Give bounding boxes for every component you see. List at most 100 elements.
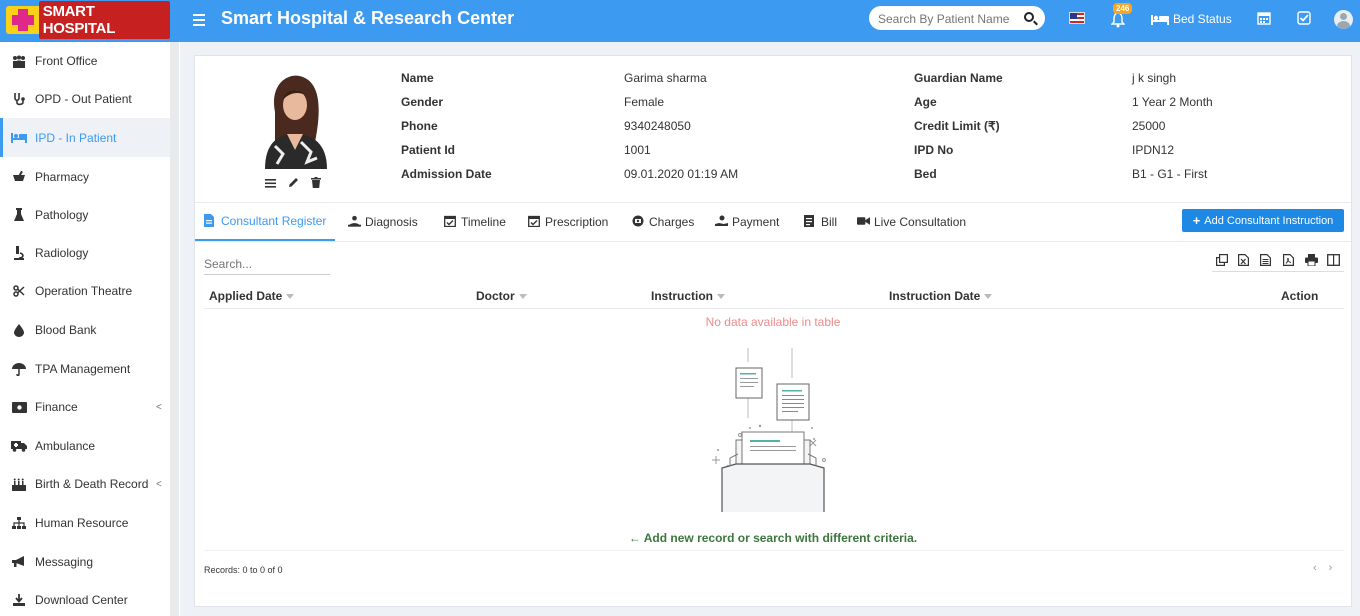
- sidebar-item-operation-theatre[interactable]: Operation Theatre: [0, 272, 170, 310]
- sidebar-item-radiology[interactable]: Radiology: [0, 234, 170, 272]
- scissors-icon: [11, 285, 27, 297]
- calendar-check-icon: [528, 215, 541, 228]
- logo[interactable]: SMART HOSPITAL: [6, 1, 170, 39]
- value-guardian-name: j k singh: [1132, 71, 1177, 85]
- sidebar-scrollbar[interactable]: [170, 42, 179, 616]
- sidebar-item-ambulance[interactable]: Ambulance: [0, 427, 170, 465]
- sidebar-item-front-office[interactable]: Front Office: [0, 42, 170, 80]
- bed-icon: [1151, 15, 1169, 25]
- sidebar-item-tpa-management[interactable]: TPA Management: [0, 350, 170, 388]
- value-credit-limit: 25000: [1132, 119, 1166, 133]
- flask-icon: [11, 208, 27, 222]
- pager-next-button[interactable]: ›: [1329, 562, 1333, 574]
- label-gender: Gender: [401, 95, 444, 109]
- table-footer-divider: [204, 550, 1344, 551]
- add-consultant-instruction-button[interactable]: + Add Consultant Instruction: [1182, 209, 1344, 232]
- empty-table-message: No data available in table: [705, 315, 841, 329]
- records-info: Records: 0 to 0 of 0: [204, 565, 283, 575]
- sidebar-item-birth-death[interactable]: Birth & Death Record <: [0, 465, 170, 503]
- empty-state-illustration: [700, 342, 850, 515]
- print-icon[interactable]: [1304, 253, 1318, 267]
- download-icon: [11, 594, 27, 606]
- file-icon: [204, 214, 217, 227]
- patient-photo: [261, 72, 329, 169]
- value-patient-id: 1001: [624, 143, 651, 157]
- tabs-divider-bottom: [195, 241, 1351, 242]
- tab-payment[interactable]: Payment: [715, 202, 779, 241]
- calendar-check-icon: [444, 215, 457, 228]
- label-age: Age: [914, 95, 937, 109]
- us-flag-icon[interactable]: [1069, 12, 1085, 24]
- tab-live-consultation[interactable]: Live Consultation: [857, 202, 966, 241]
- bed-status-label: Bed Status: [1173, 12, 1232, 26]
- sort-icon: [518, 293, 527, 299]
- photo-actions: [265, 177, 323, 189]
- menu-toggle-icon[interactable]: [193, 11, 205, 31]
- birthday-icon: [11, 478, 27, 491]
- sidebar-item-opd[interactable]: OPD - Out Patient: [0, 80, 170, 118]
- patient-search-box[interactable]: [869, 6, 1045, 30]
- csv-icon[interactable]: [1260, 253, 1273, 267]
- copy-icon[interactable]: [1216, 253, 1229, 267]
- tab-prescription[interactable]: Prescription: [528, 202, 608, 241]
- value-phone: 9340248050: [624, 119, 691, 133]
- sidebar: Front Office OPD - Out Patient IPD - In …: [0, 42, 180, 616]
- chevron-left-icon: <: [156, 401, 162, 413]
- value-bed: B1 - G1 - First: [1132, 167, 1208, 181]
- money-icon: [11, 401, 27, 413]
- tab-bill[interactable]: Bill: [804, 202, 837, 241]
- col-doctor[interactable]: Doctor: [476, 289, 527, 303]
- hand-money-icon: [715, 215, 728, 228]
- arrow-left-icon: ←: [628, 531, 641, 545]
- hospital-cross-icon: [6, 6, 39, 34]
- table-search-input[interactable]: [204, 253, 330, 275]
- sidebar-item-human-resource[interactable]: Human Resource: [0, 504, 170, 542]
- export-toolbar: [1212, 249, 1344, 272]
- tab-consultant-register[interactable]: Consultant Register: [195, 202, 336, 241]
- bed-status-link[interactable]: Bed Status: [1151, 12, 1232, 26]
- menu-icon[interactable]: [265, 177, 277, 189]
- sidebar-item-messaging[interactable]: Messaging: [0, 543, 170, 581]
- pdf-icon[interactable]: [1282, 253, 1296, 267]
- sidebar-item-pathology[interactable]: Pathology: [0, 196, 170, 234]
- tab-charges[interactable]: Charges: [632, 202, 694, 241]
- value-admission-date: 09.01.2020 01:19 AM: [624, 167, 739, 181]
- notification-badge: 246: [1113, 3, 1133, 14]
- label-guardian-name: Guardian Name: [914, 71, 1003, 85]
- tab-timeline[interactable]: Timeline: [444, 202, 506, 241]
- col-applied-date[interactable]: Applied Date: [209, 289, 295, 303]
- columns-icon[interactable]: [1326, 253, 1340, 267]
- droplet-icon: [11, 323, 27, 337]
- calendar-icon[interactable]: [1257, 11, 1273, 27]
- label-bed: Bed: [914, 167, 937, 181]
- sort-icon: [984, 293, 993, 299]
- task-check-icon[interactable]: [1297, 11, 1313, 27]
- sidebar-item-finance[interactable]: Finance <: [0, 388, 170, 426]
- sidebar-item-pharmacy[interactable]: Pharmacy: [0, 158, 170, 196]
- patient-profile-card: Name Garima sharma Gender Female Phone 9…: [194, 55, 1352, 607]
- col-action: Action: [1281, 289, 1319, 303]
- sidebar-item-download-center[interactable]: Download Center: [0, 581, 170, 616]
- col-instruction-date[interactable]: Instruction Date: [889, 289, 993, 303]
- col-instruction[interactable]: Instruction: [651, 289, 725, 303]
- pager-prev-button[interactable]: ‹: [1313, 562, 1317, 574]
- label-phone: Phone: [401, 119, 438, 133]
- logo-text: SMART HOSPITAL: [38, 1, 170, 39]
- user-avatar[interactable]: [1334, 10, 1353, 29]
- delete-icon[interactable]: [311, 177, 323, 189]
- sort-icon: [286, 293, 295, 299]
- label-ipd-no: IPD No: [914, 143, 954, 157]
- video-icon: [857, 215, 870, 228]
- search-icon[interactable]: [1024, 12, 1034, 22]
- excel-icon[interactable]: [1238, 253, 1251, 267]
- sidebar-item-ipd[interactable]: IPD - In Patient: [0, 118, 170, 157]
- patient-search-input[interactable]: [878, 10, 1012, 27]
- edit-icon[interactable]: [288, 177, 300, 189]
- sidebar-item-blood-bank[interactable]: Blood Bank: [0, 311, 170, 349]
- tab-diagnosis[interactable]: Diagnosis: [348, 202, 418, 241]
- value-name: Garima sharma: [624, 71, 707, 85]
- label-name: Name: [401, 71, 434, 85]
- add-new-record-hint[interactable]: ← Add new record or search with differen…: [195, 531, 1351, 545]
- chevron-left-icon: <: [156, 478, 162, 490]
- bell-icon[interactable]: [1111, 12, 1125, 28]
